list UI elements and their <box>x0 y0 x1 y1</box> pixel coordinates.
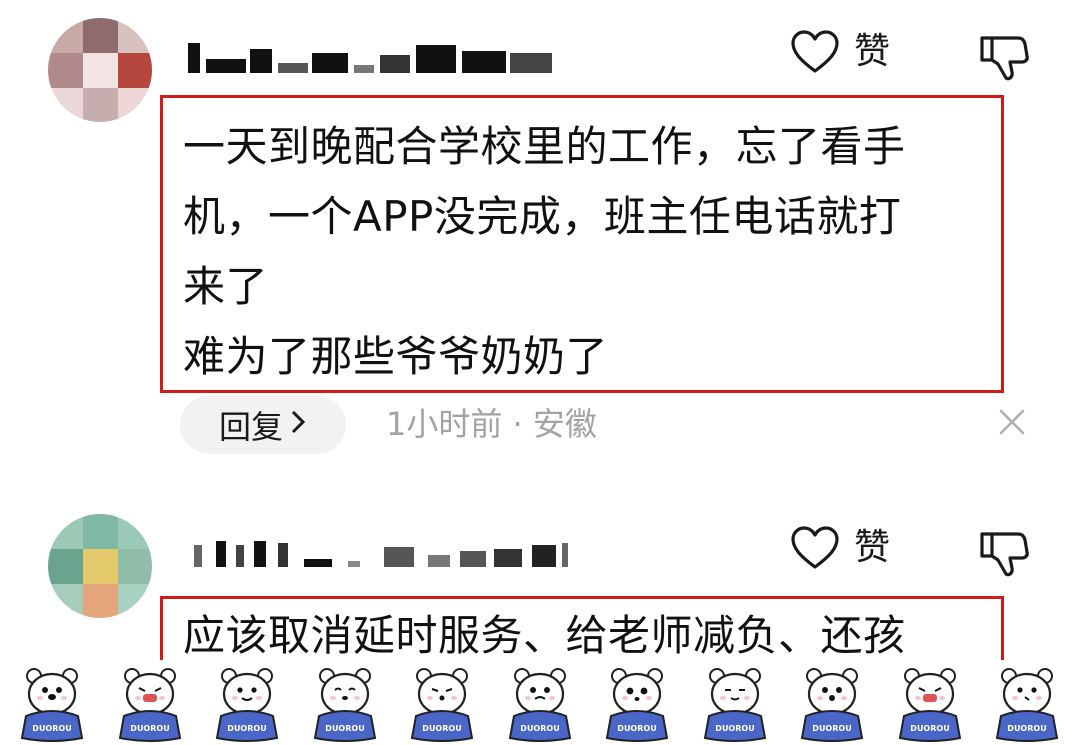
reply-label: 回复 <box>218 408 283 446</box>
comment-text-highlighted: 一天到晚配合学校里的工作，忘了看手 机，一个APP没完成，班主任电话就打 来了 … <box>160 95 1004 393</box>
bear-sticker-icon: DUOROU <box>697 664 773 744</box>
thumbs-down-icon <box>976 524 1032 580</box>
like-label: 赞 <box>854 31 891 72</box>
bear-sticker-icon: DUOROU <box>599 664 675 744</box>
svg-text:DUOROU: DUOROU <box>1007 724 1046 733</box>
bear-sticker-icon: DUOROU <box>14 664 90 744</box>
heart-outline-icon <box>790 525 840 571</box>
avatar[interactable] <box>48 514 152 618</box>
dislike-button[interactable] <box>976 524 1032 580</box>
like-button[interactable]: 赞 <box>790 22 910 82</box>
svg-text:DUOROU: DUOROU <box>617 724 656 733</box>
svg-text:DUOROU: DUOROU <box>715 724 754 733</box>
like-label: 赞 <box>854 527 891 568</box>
bear-sticker-icon: DUOROU <box>307 664 383 744</box>
svg-text:DUOROU: DUOROU <box>422 724 461 733</box>
username-redacted[interactable] <box>188 37 568 77</box>
svg-text:DUOROU: DUOROU <box>910 724 949 733</box>
thumbs-down-icon <box>976 28 1032 84</box>
avatar[interactable] <box>48 18 152 122</box>
username-redacted[interactable] <box>188 531 568 571</box>
comment-item: 赞 一天到晚配合学校里的工作，忘了看手 机，一个APP没完成，班主任电话就打 来… <box>0 0 1080 470</box>
heart-outline-icon <box>790 29 840 75</box>
chevron-right-icon <box>289 408 307 443</box>
close-button[interactable] <box>996 406 1028 438</box>
bear-sticker-icon: DUOROU <box>892 664 968 744</box>
svg-text:DUOROU: DUOROU <box>325 724 364 733</box>
bear-sticker-icon: DUOROU <box>404 664 480 744</box>
svg-text:DUOROU: DUOROU <box>520 724 559 733</box>
comment-item: 赞 应该取消延时服务、给老师减负、还孩 <box>0 500 1080 676</box>
svg-text:DUOROU: DUOROU <box>812 724 851 733</box>
bear-sticker-icon: DUOROU <box>989 664 1065 744</box>
svg-text:DUOROU: DUOROU <box>32 724 71 733</box>
dislike-button[interactable] <box>976 28 1032 84</box>
reply-button[interactable]: 回复 <box>180 396 346 454</box>
close-icon <box>996 406 1028 438</box>
bear-sticker-icon: DUOROU <box>209 664 285 744</box>
sticker-strip: DUOROU DUOROU DUOROU DUOROU DUOROU DUOROU DUOR… <box>0 660 1080 745</box>
bear-sticker-icon: DUOROU <box>112 664 188 744</box>
bear-sticker-icon: DUOROU <box>502 664 578 744</box>
like-button[interactable]: 赞 <box>790 518 910 578</box>
bear-sticker-icon: DUOROU <box>794 664 870 744</box>
svg-text:DUOROU: DUOROU <box>227 724 266 733</box>
comment-meta: 1小时前 · 安徽 <box>386 405 597 443</box>
svg-text:DUOROU: DUOROU <box>130 724 169 733</box>
